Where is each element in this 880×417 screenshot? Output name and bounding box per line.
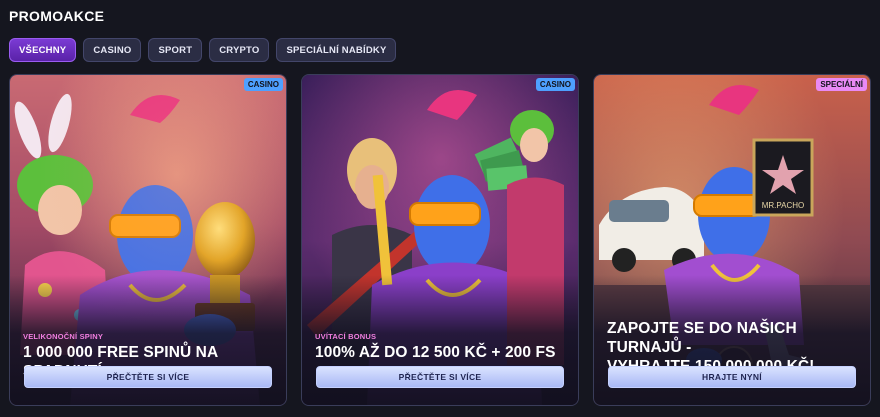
filter-sport[interactable]: SPORT <box>148 38 203 62</box>
filter-all[interactable]: VŠECHNY <box>9 38 77 62</box>
promo-card-tournaments[interactable]: MR.PACHO SPECIÁLNÍ ZAPOJTE SE DO NAŠICH … <box>593 74 871 406</box>
read-more-button[interactable]: PŘEČTĚTE SI VÍCE <box>24 366 272 388</box>
promo-card-list: CASINO VELIKONOČNÍ SPINY 1 000 000 FREE … <box>9 74 871 406</box>
promo-headline: 100% AŽ DO 12 500 KČ + 200 FS <box>315 344 556 361</box>
play-now-button[interactable]: HRAJTE NYNÍ <box>608 366 856 388</box>
frame-sign-text: MR.PACHO <box>762 201 805 210</box>
promo-card-welcome-bonus[interactable]: CASINO UVÍTACÍ BONUS 100% AŽ DO 12 500 K… <box>301 74 579 406</box>
promotions-page: PROMOAKCE VŠECHNY CASINO SPORT CRYPTO SP… <box>0 0 880 417</box>
category-badge-casino: CASINO <box>535 78 575 91</box>
promo-subtitle: VELIKONOČNÍ SPINY <box>23 332 104 341</box>
filter-special-offers[interactable]: SPECIÁLNÍ NABÍDKY <box>276 38 397 62</box>
promo-card-easter-spins[interactable]: CASINO VELIKONOČNÍ SPINY 1 000 000 FREE … <box>9 74 287 406</box>
filter-crypto[interactable]: CRYPTO <box>209 38 270 62</box>
read-more-button[interactable]: PŘEČTĚTE SI VÍCE <box>316 366 564 388</box>
headline-line-1: ZAPOJTE SE DO NAŠICH TURNAJŮ - <box>607 320 797 356</box>
page-title: PROMOAKCE <box>9 8 105 24</box>
category-badge-casino: CASINO <box>243 78 283 91</box>
filter-casino[interactable]: CASINO <box>83 38 142 62</box>
filter-tabs: VŠECHNY CASINO SPORT CRYPTO SPECIÁLNÍ NA… <box>9 38 397 62</box>
promo-subtitle: UVÍTACÍ BONUS <box>315 332 377 341</box>
category-badge-special: SPECIÁLNÍ <box>816 78 867 91</box>
